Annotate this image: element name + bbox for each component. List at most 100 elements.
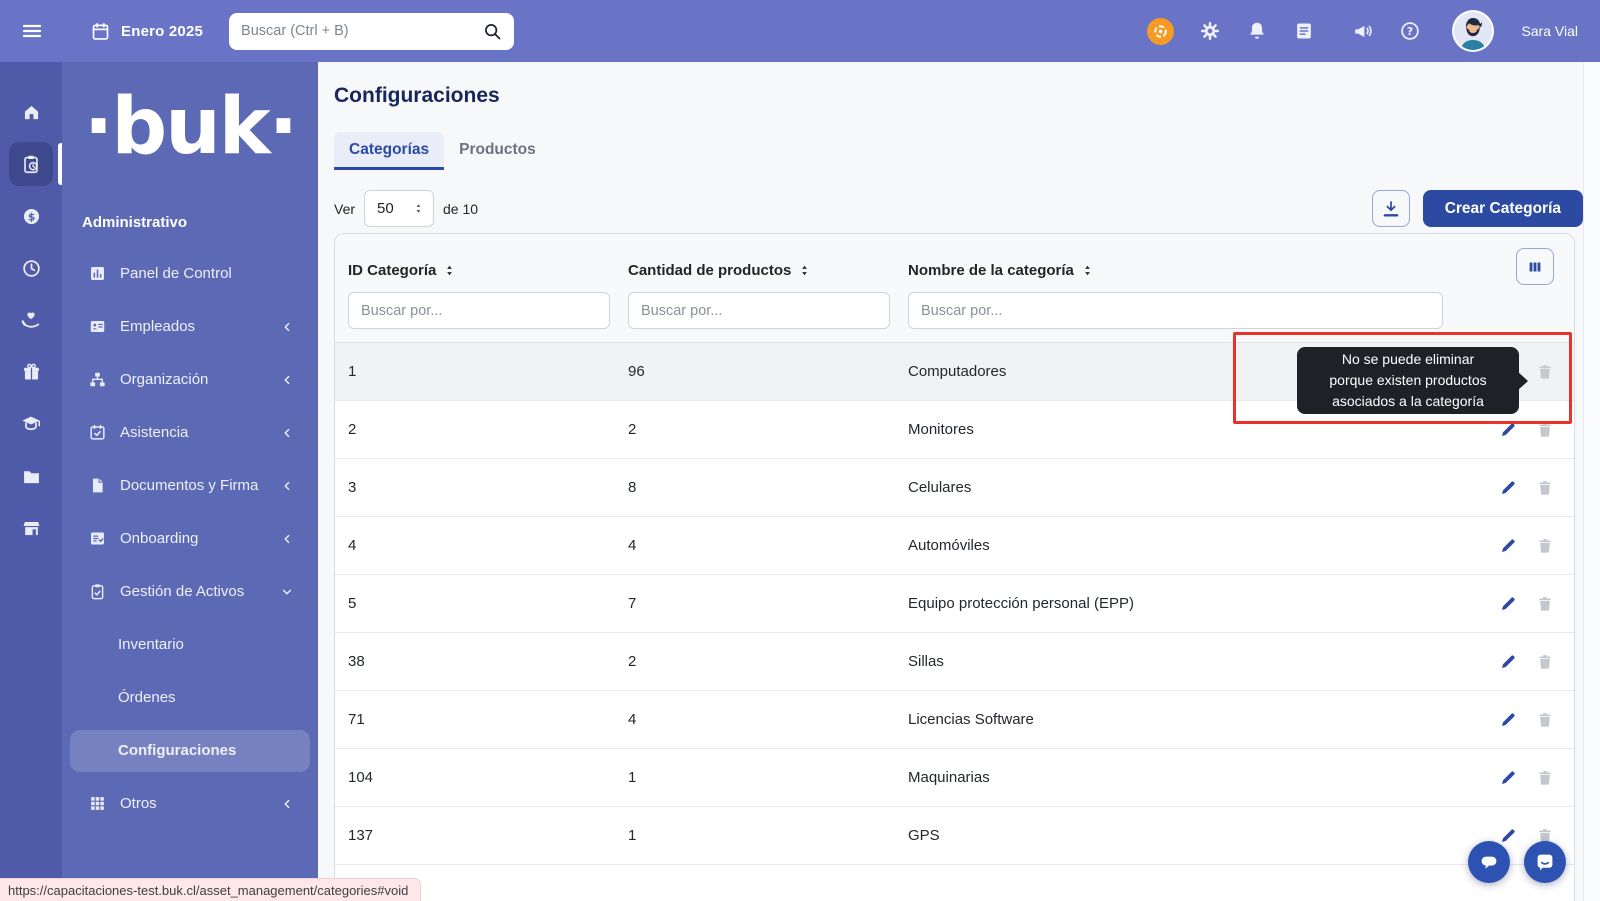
menu-icon[interactable] bbox=[20, 19, 44, 43]
chevron-left-icon bbox=[280, 479, 294, 493]
avatar[interactable] bbox=[1452, 10, 1494, 52]
trash-icon[interactable] bbox=[1536, 537, 1554, 555]
create-category-button[interactable]: Crear Categoría bbox=[1423, 190, 1583, 227]
support-target-icon[interactable] bbox=[1147, 18, 1174, 45]
trash-icon[interactable] bbox=[1536, 711, 1554, 729]
user-name: Sara Vial bbox=[1521, 23, 1578, 39]
search-input[interactable] bbox=[241, 23, 482, 39]
tabs: Categorías Productos bbox=[334, 132, 551, 170]
edit-pencil-icon[interactable] bbox=[1499, 420, 1518, 439]
categories-table-card: ID Categoría Cantidad de productos Nombr… bbox=[334, 233, 1575, 901]
buk-logo: ·buk· bbox=[62, 62, 318, 182]
global-search bbox=[229, 13, 514, 50]
sidebar-item-otros[interactable]: Otros bbox=[62, 777, 318, 830]
filter-name-input[interactable] bbox=[908, 292, 1443, 329]
header-labels-row: ID Categoría Cantidad de productos Nombr… bbox=[335, 258, 1574, 282]
edit-pencil-icon[interactable] bbox=[1499, 652, 1518, 671]
edit-pencil-icon[interactable] bbox=[1499, 768, 1518, 787]
column-header-nombre-categoria[interactable]: Nombre de la categoría bbox=[908, 258, 1445, 282]
edit-pencil-icon[interactable] bbox=[1499, 710, 1518, 729]
edit-pencil-icon[interactable] bbox=[1499, 594, 1518, 613]
main-content: Configuraciones Categorías Productos Ver… bbox=[318, 62, 1600, 901]
pagesize-prefix: Ver bbox=[334, 201, 355, 217]
employee-badge-icon bbox=[88, 317, 107, 336]
messenger-button[interactable] bbox=[1524, 841, 1566, 883]
sidebar-item-gestion-de-activos[interactable]: Gestión de Activos bbox=[62, 565, 318, 618]
table-row: 5 7 Equipo protección personal (EPP) bbox=[335, 575, 1574, 633]
chat-bubble-button[interactable] bbox=[1468, 841, 1510, 883]
rail-home-icon[interactable] bbox=[9, 90, 53, 134]
download-button[interactable] bbox=[1372, 190, 1410, 227]
rail-training-graduation-icon[interactable] bbox=[9, 402, 53, 446]
chevron-left-icon bbox=[280, 532, 294, 546]
edit-pencil-icon[interactable] bbox=[1499, 826, 1518, 845]
trash-icon[interactable] bbox=[1536, 595, 1554, 613]
table-body: 1 96 Computadores 2 2 Monitores 3 8 bbox=[335, 343, 1574, 865]
edit-pencil-icon[interactable] bbox=[1499, 478, 1518, 497]
sidebar-item-asistencia[interactable]: Asistencia bbox=[62, 406, 318, 459]
chevron-left-icon bbox=[280, 373, 294, 387]
chevron-left-icon bbox=[280, 320, 294, 334]
settings-gear-icon[interactable] bbox=[1199, 20, 1221, 42]
search-icon[interactable] bbox=[482, 21, 502, 41]
rail-gift-icon[interactable] bbox=[9, 350, 53, 394]
rail-folder-icon[interactable] bbox=[9, 454, 53, 498]
chevron-left-icon bbox=[280, 797, 294, 811]
sort-icon bbox=[1081, 264, 1094, 277]
chevron-down-icon bbox=[280, 585, 294, 599]
trash-icon[interactable] bbox=[1536, 479, 1554, 497]
list-check-icon bbox=[88, 529, 107, 548]
sidebar-item-documentos-y-firma[interactable]: Documentos y Firma bbox=[62, 459, 318, 512]
table-row: 137 1 GPS bbox=[335, 807, 1574, 865]
sidebar-item-empleados[interactable]: Empleados bbox=[62, 300, 318, 353]
sort-icon bbox=[798, 264, 811, 277]
sidebar-subitem-ordenes[interactable]: Órdenes bbox=[62, 671, 318, 724]
edit-pencil-icon[interactable] bbox=[1499, 536, 1518, 555]
filter-id-input[interactable] bbox=[348, 292, 610, 329]
column-header-id-categoria[interactable]: ID Categoría bbox=[348, 258, 628, 282]
sidebar-subitem-configuraciones[interactable]: Configuraciones bbox=[70, 730, 310, 772]
column-header-cantidad-productos[interactable]: Cantidad de productos bbox=[628, 258, 908, 282]
rail-assets-clipboard-clock-icon[interactable] bbox=[9, 142, 53, 186]
sidebar-item-panel-de-control[interactable]: Panel de Control bbox=[62, 247, 318, 300]
org-chart-icon bbox=[88, 370, 107, 389]
filter-count-input[interactable] bbox=[628, 292, 890, 329]
dashboard-chart-icon bbox=[88, 264, 107, 283]
sidebar-subitem-inventario[interactable]: Inventario bbox=[62, 618, 318, 671]
sidebar-item-organizacion[interactable]: Organización bbox=[62, 353, 318, 406]
chevron-left-icon bbox=[280, 426, 294, 440]
columns-button[interactable] bbox=[1516, 248, 1554, 285]
trash-icon[interactable] bbox=[1536, 653, 1554, 671]
notes-icon[interactable] bbox=[1293, 20, 1315, 42]
grid-icon bbox=[88, 794, 107, 813]
trash-icon[interactable] bbox=[1536, 769, 1554, 787]
document-icon bbox=[88, 476, 107, 495]
page-size-select[interactable]: 50 bbox=[364, 190, 434, 227]
top-bar: Enero 2025 Sara Vial bbox=[0, 0, 1600, 62]
sidebar-section-label: Administrativo bbox=[82, 214, 318, 231]
sidebar-subitem-configuraciones-wrap: Configuraciones bbox=[62, 724, 318, 777]
trash-icon[interactable] bbox=[1536, 421, 1554, 439]
period-selector[interactable]: Enero 2025 bbox=[90, 21, 203, 42]
rail-benefits-hand-heart-icon[interactable] bbox=[9, 298, 53, 342]
page-title: Configuraciones bbox=[334, 84, 500, 108]
trash-icon[interactable] bbox=[1536, 363, 1554, 381]
rail-money-dollar-icon[interactable] bbox=[9, 194, 53, 238]
module-rail bbox=[0, 62, 62, 901]
browser-status-bar: https://capacitaciones-test.buk.cl/asset… bbox=[0, 878, 421, 901]
vertical-scrollbar[interactable] bbox=[1583, 62, 1600, 901]
sort-icon bbox=[443, 264, 456, 277]
help-icon[interactable] bbox=[1399, 20, 1421, 42]
status-url: https://capacitaciones-test.buk.cl/asset… bbox=[8, 883, 408, 898]
pagesize-suffix: de 10 bbox=[443, 201, 478, 217]
announcements-megaphone-icon[interactable] bbox=[1352, 20, 1374, 42]
select-updown-icon bbox=[412, 202, 425, 215]
rail-time-clock-icon[interactable] bbox=[9, 246, 53, 290]
delete-disabled-tooltip: No se puede eliminar porque existen prod… bbox=[1297, 347, 1519, 414]
notifications-bell-icon[interactable] bbox=[1246, 20, 1268, 42]
sidebar-item-onboarding[interactable]: Onboarding bbox=[62, 512, 318, 565]
tab-productos[interactable]: Productos bbox=[444, 132, 551, 170]
tab-categorias[interactable]: Categorías bbox=[334, 132, 444, 170]
sidebar-nav: Panel de Control Empleados Organización … bbox=[62, 247, 318, 830]
rail-store-icon[interactable] bbox=[9, 506, 53, 550]
